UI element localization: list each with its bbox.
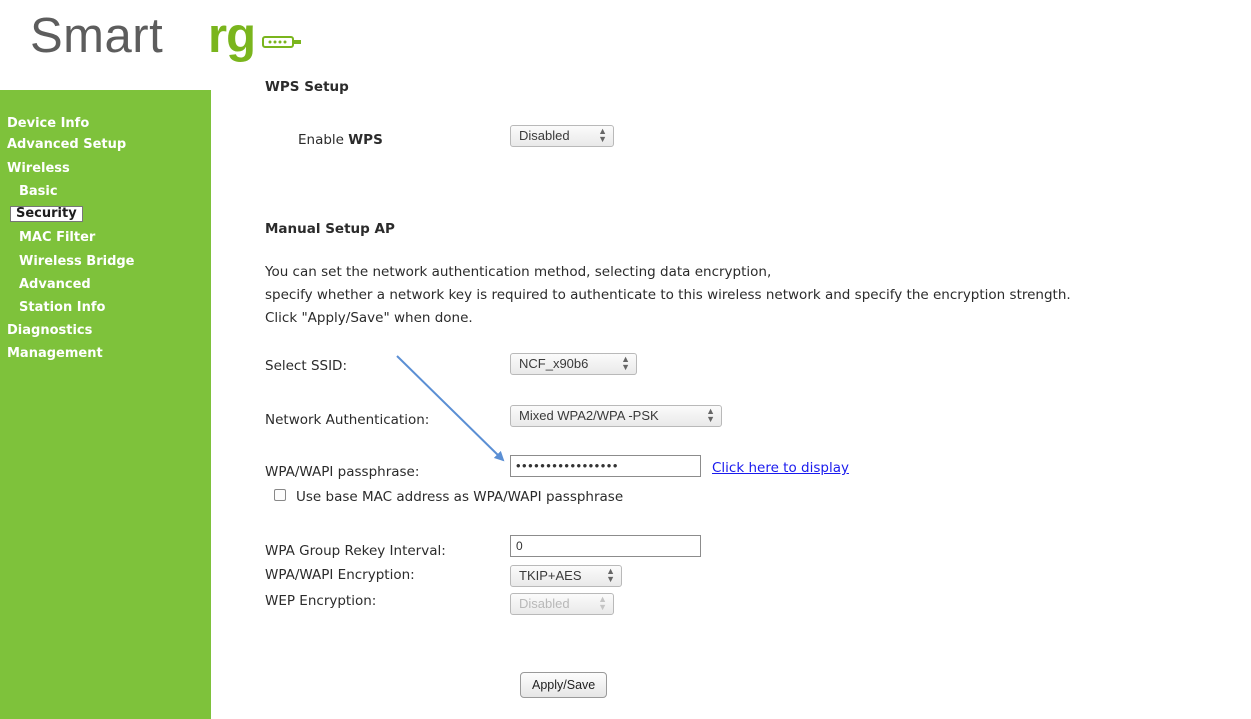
sidebar-item-management[interactable]: Management [7, 346, 103, 361]
network-auth-select[interactable]: Mixed WPA2/WPA -PSK ▲ ▼ [510, 405, 722, 427]
spin-arrows-icon: ▲ ▼ [606, 566, 615, 584]
logo-smart-text: Smart [30, 9, 164, 63]
sidebar-item-diagnostics[interactable]: Diagnostics [7, 323, 92, 338]
description-line-2: specify whether a network key is require… [265, 287, 1071, 303]
sidebar-item-station-info[interactable]: Station Info [19, 300, 105, 315]
network-auth-value: Mixed WPA2/WPA -PSK [519, 408, 659, 423]
wep-encryption-label: WEP Encryption: [265, 593, 377, 609]
sidebar-item-wireless[interactable]: Wireless [7, 161, 70, 176]
wps-setup-heading: WPS Setup [265, 79, 349, 95]
ssid-select[interactable]: NCF_x90b6 ▲ ▼ [510, 353, 637, 375]
manual-setup-heading: Manual Setup AP [265, 221, 395, 237]
rekey-interval-input[interactable]: 0 [510, 535, 701, 557]
sidebar-item-mac-filter[interactable]: MAC Filter [19, 230, 95, 245]
apply-save-button[interactable]: Apply/Save [520, 672, 608, 698]
passphrase-label: WPA/WAPI passphrase: [265, 464, 420, 480]
sidebar-nav: Device Info Advanced Setup Wireless Basi… [0, 90, 211, 719]
sidebar-item-advanced[interactable]: Advanced [19, 277, 91, 292]
wpa-encryption-label: WPA/WAPI Encryption: [265, 567, 415, 583]
spin-arrows-icon: ▲ ▼ [706, 406, 715, 424]
description-line-3: Click "Apply/Save" when done. [265, 310, 473, 326]
enable-wps-value: Disabled [519, 128, 570, 143]
enable-wps-bold: WPS [348, 132, 383, 148]
sidebar-item-security[interactable]: Security [10, 206, 83, 222]
sidebar-item-basic[interactable]: Basic [19, 184, 58, 199]
network-auth-label: Network Authentication: [265, 412, 430, 428]
enable-wps-select[interactable]: Disabled ▲ ▼ [510, 125, 614, 147]
description-line-1: You can set the network authentication m… [265, 264, 772, 280]
wep-encryption-select: Disabled ▲ ▼ [510, 593, 614, 615]
router-plug-icon [262, 36, 301, 48]
sidebar-item-device-info[interactable]: Device Info [7, 116, 89, 131]
enable-wps-label: Enable WPS [298, 132, 383, 148]
spin-arrows-icon: ▲ ▼ [598, 126, 607, 144]
wpa-encryption-value: TKIP+AES [519, 568, 582, 583]
select-ssid-label: Select SSID: [265, 358, 348, 374]
display-passphrase-link[interactable]: Click here to display [712, 460, 849, 476]
ssid-value: NCF_x90b6 [519, 356, 589, 371]
enable-wps-prefix: Enable [298, 132, 349, 148]
mac-passphrase-checkbox[interactable] [274, 489, 286, 501]
spin-arrows-icon: ▲ ▼ [598, 594, 607, 612]
wep-encryption-value: Disabled [519, 596, 570, 611]
logo-rg-text: rg [208, 9, 256, 63]
sidebar-item-advanced-setup[interactable]: Advanced Setup [7, 137, 126, 152]
passphrase-input[interactable]: ••••••••••••••••• [510, 455, 701, 477]
spin-arrows-icon: ▲ ▼ [621, 354, 630, 372]
mac-passphrase-label: Use base MAC address as WPA/WAPI passphr… [296, 489, 624, 505]
rekey-interval-label: WPA Group Rekey Interval: [265, 543, 446, 559]
sidebar-item-wireless-bridge[interactable]: Wireless Bridge [19, 254, 135, 269]
wpa-encryption-select[interactable]: TKIP+AES ▲ ▼ [510, 565, 622, 587]
